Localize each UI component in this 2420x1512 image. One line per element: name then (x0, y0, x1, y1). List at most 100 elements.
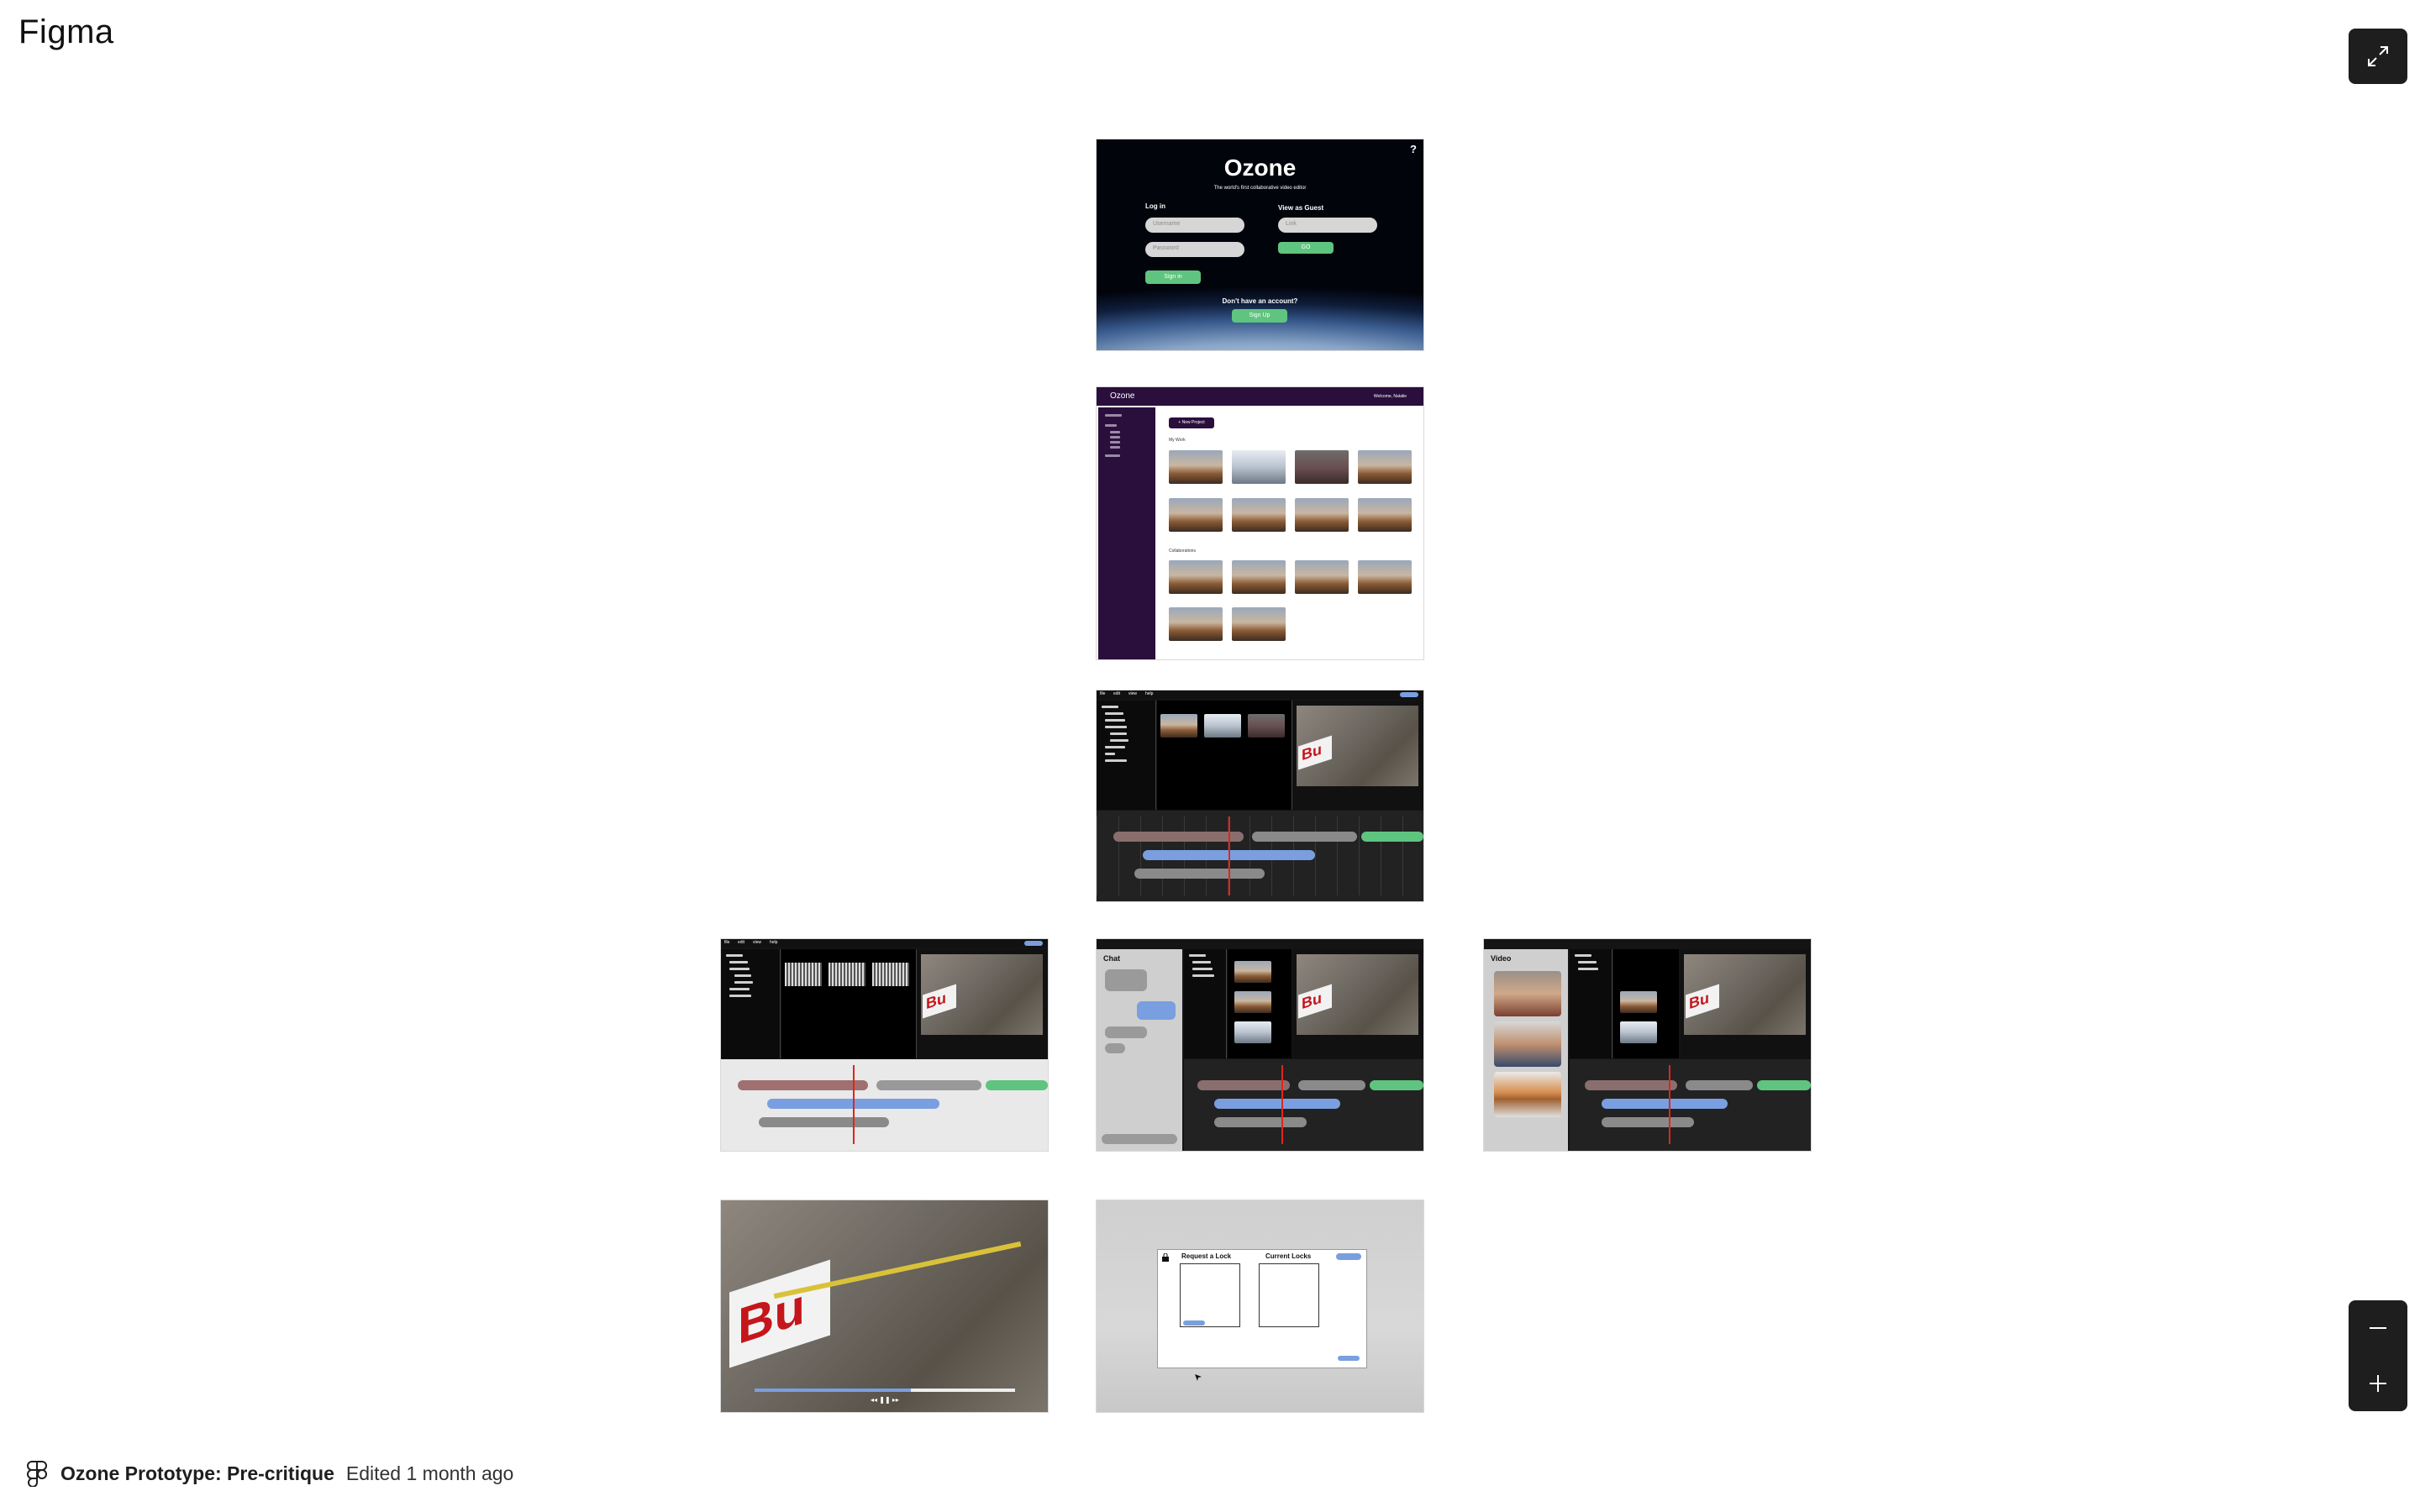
project-thumb[interactable] (1232, 607, 1286, 641)
menu-file[interactable]: file (724, 940, 729, 945)
close-button[interactable] (1336, 1253, 1361, 1260)
tree-item[interactable] (1105, 759, 1127, 762)
track-clip[interactable] (1370, 1080, 1423, 1090)
track-clip[interactable] (1113, 832, 1244, 842)
tree-item[interactable] (729, 961, 748, 963)
frame-lock-request[interactable]: Request a Lock Current Locks (1097, 1200, 1423, 1412)
tree-item[interactable] (1105, 753, 1115, 755)
playhead[interactable] (1669, 1065, 1670, 1144)
current-locks-list[interactable] (1259, 1263, 1319, 1327)
tree-item[interactable] (1105, 746, 1125, 748)
sidebar-item[interactable] (1105, 414, 1122, 417)
media-thumb[interactable] (1234, 991, 1271, 1013)
track-clip[interactable] (1361, 832, 1423, 842)
project-thumb[interactable] (1358, 450, 1412, 484)
track-clip[interactable] (1585, 1080, 1677, 1090)
participant-video[interactable] (1494, 1021, 1561, 1067)
tree-item[interactable] (1105, 719, 1125, 722)
project-thumb[interactable] (1295, 450, 1349, 484)
frame-fullscreen-player[interactable]: Bu ◂◂ ❚❚ ▸▸ (721, 1200, 1048, 1412)
sign-up-button[interactable]: Sign Up (1232, 309, 1287, 323)
track-clip[interactable] (1214, 1099, 1340, 1109)
menu-edit[interactable]: edit (1113, 691, 1120, 696)
tree-item[interactable] (729, 995, 751, 997)
menu-view[interactable]: view (1128, 691, 1137, 696)
track-clip[interactable] (1757, 1080, 1811, 1090)
request-button[interactable] (1183, 1320, 1205, 1326)
waveform-thumb[interactable] (785, 963, 822, 986)
track-clip[interactable] (759, 1117, 889, 1127)
frame-login[interactable]: Ozone The world's first collaborative vi… (1097, 139, 1423, 350)
frame-editor-main[interactable]: file edit view help Bu (1097, 690, 1423, 901)
sign-in-button[interactable]: Sign in (1145, 270, 1201, 284)
project-thumb[interactable] (1169, 450, 1223, 484)
track-clip[interactable] (1134, 869, 1265, 879)
menu-help[interactable]: help (770, 940, 777, 945)
media-thumb[interactable] (1248, 714, 1285, 738)
expand-button[interactable] (2349, 29, 2407, 84)
project-thumb[interactable] (1358, 498, 1412, 532)
track-clip[interactable] (1686, 1080, 1753, 1090)
playhead[interactable] (1281, 1065, 1283, 1144)
menu-file[interactable]: file (1100, 691, 1105, 696)
track-clip[interactable] (1602, 1099, 1728, 1109)
menu-view[interactable]: view (753, 940, 761, 945)
project-thumb[interactable] (1295, 498, 1349, 532)
tree-item[interactable] (729, 968, 750, 970)
sidebar-item[interactable] (1110, 431, 1120, 433)
tree-item[interactable] (1102, 706, 1118, 708)
playhead[interactable] (1228, 816, 1230, 895)
tree-item[interactable] (1110, 732, 1127, 735)
sidebar-item[interactable] (1110, 436, 1120, 438)
participant-video[interactable] (1494, 1072, 1561, 1117)
tree-item[interactable] (1105, 726, 1127, 728)
tree-item[interactable] (1189, 954, 1206, 957)
waveform-thumb[interactable] (872, 963, 909, 986)
tree-item[interactable] (1578, 968, 1598, 970)
track-clip[interactable] (1298, 1080, 1365, 1090)
frame-editor-video-call[interactable]: Video Bu (1484, 939, 1811, 1151)
sidebar-item[interactable] (1105, 454, 1120, 457)
tree-item[interactable] (1578, 961, 1597, 963)
sidebar-item[interactable] (1105, 424, 1117, 427)
password-field[interactable]: Password (1145, 242, 1244, 257)
media-thumb[interactable] (1620, 1021, 1657, 1043)
lock-request-list[interactable] (1180, 1263, 1240, 1327)
media-thumb[interactable] (1160, 714, 1197, 738)
share-button[interactable] (1024, 941, 1043, 946)
project-thumb[interactable] (1232, 560, 1286, 594)
track-clip[interactable] (876, 1080, 981, 1090)
tree-item[interactable] (734, 981, 753, 984)
project-thumb[interactable] (1169, 560, 1223, 594)
sidebar-item[interactable] (1110, 446, 1120, 449)
project-thumb[interactable] (1232, 498, 1286, 532)
media-thumb[interactable] (1620, 991, 1657, 1013)
tree-item[interactable] (1110, 739, 1128, 742)
project-thumb[interactable] (1295, 560, 1349, 594)
tree-item[interactable] (734, 974, 751, 977)
tree-item[interactable] (729, 988, 750, 990)
track-clip[interactable] (1214, 1117, 1307, 1127)
confirm-button[interactable] (1338, 1356, 1360, 1361)
tree-item[interactable] (1192, 961, 1211, 963)
playhead[interactable] (853, 1065, 855, 1144)
go-button[interactable]: GO (1278, 242, 1334, 254)
sidebar-item[interactable] (1110, 441, 1120, 444)
menu-edit[interactable]: edit (738, 940, 744, 945)
new-project-button[interactable]: + New Project (1169, 417, 1214, 428)
track-clip[interactable] (986, 1080, 1048, 1090)
track-clip[interactable] (1252, 832, 1357, 842)
chat-input[interactable] (1102, 1134, 1177, 1144)
zoom-out-button[interactable] (2349, 1300, 2407, 1356)
media-thumb[interactable] (1234, 961, 1271, 983)
frame-editor-chat[interactable]: Chat Bu (1097, 939, 1423, 1151)
file-title[interactable]: Ozone Prototype: Pre-critique (60, 1462, 334, 1485)
track-clip[interactable] (738, 1080, 868, 1090)
project-thumb[interactable] (1169, 498, 1223, 532)
tree-item[interactable] (1192, 968, 1213, 970)
share-button[interactable] (1400, 692, 1418, 697)
help-icon[interactable]: ? (1410, 143, 1417, 155)
frame-editor-audio[interactable]: file edit view help Bu (721, 939, 1048, 1151)
tree-item[interactable] (1105, 712, 1123, 715)
playback-controls[interactable]: ◂◂ ❚❚ ▸▸ (871, 1396, 899, 1404)
